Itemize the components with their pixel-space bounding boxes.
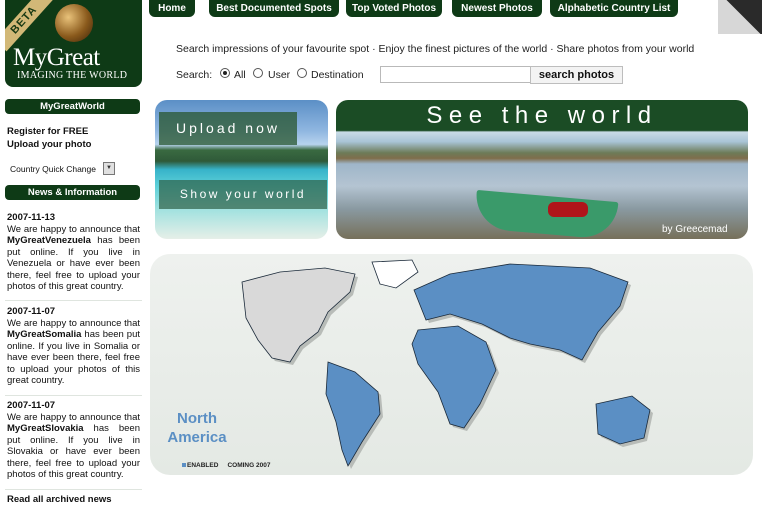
map-region-greenland[interactable]	[371, 259, 419, 289]
region-label-line1: North	[177, 410, 217, 427]
news-text: We are happy to announce that	[7, 317, 140, 329]
news-country-link[interactable]: MyGreatSomalia	[7, 329, 81, 340]
legend-enabled-label: ENABLED	[187, 462, 219, 469]
region-label-line2: America	[167, 429, 227, 446]
news-date: 2007-11-07	[7, 306, 56, 317]
search-label: Search:	[176, 69, 213, 81]
radio-destination[interactable]	[297, 68, 307, 78]
map-region-africa[interactable]	[411, 325, 497, 429]
news-divider	[5, 395, 142, 396]
news-item: 2007-11-07 We are happy to announce that…	[7, 400, 140, 481]
legend-coming-label: COMING 2007	[227, 462, 271, 469]
photo-credit: by Greecemad	[662, 224, 728, 235]
chevron-down-icon: ▼	[106, 165, 112, 171]
archived-news-link[interactable]: Read all archived news	[7, 494, 112, 505]
show-your-world-button[interactable]: Show your world	[159, 180, 327, 209]
news-divider	[5, 489, 142, 490]
news-country-link[interactable]: MyGreatVenezuela	[7, 235, 91, 246]
globe-icon	[55, 4, 93, 42]
radio-all-label: All	[234, 69, 246, 81]
news-text: We are happy to announce that	[7, 223, 140, 235]
map-region-north-america[interactable]	[241, 267, 356, 363]
nav-newest-photos[interactable]: Newest Photos	[452, 0, 542, 17]
news-country-link[interactable]: MyGreatSlovakia	[7, 423, 84, 434]
map-region-label: North America	[162, 409, 232, 447]
news-item: 2007-11-13 We are happy to announce that…	[7, 212, 140, 293]
news-date: 2007-11-13	[7, 212, 56, 223]
country-quick-change-dropdown[interactable]: ▼	[103, 162, 115, 175]
map-legend: ENABLED COMING 2007	[182, 462, 270, 469]
upload-photo-link[interactable]: Upload your photo	[7, 139, 91, 150]
nav-home[interactable]: Home	[149, 0, 195, 17]
country-quick-change-label: Country Quick Change	[10, 164, 96, 174]
search-photos-button[interactable]: search photos	[530, 66, 623, 84]
page-curl-corner	[718, 0, 762, 34]
news-item: 2007-11-07 We are happy to announce that…	[7, 306, 140, 387]
news-divider	[5, 300, 142, 301]
news-text: We are happy to announce that	[7, 411, 140, 423]
see-the-world-title: See the world	[426, 102, 658, 129]
sidebar-heading-news: News & Information	[5, 185, 140, 200]
radio-user[interactable]	[253, 68, 263, 78]
world-map-svg	[241, 259, 653, 469]
logo-brand: MyGreat	[13, 44, 100, 71]
world-map[interactable]	[150, 254, 753, 475]
search-tagline: Search impressions of your favourite spo…	[176, 43, 695, 55]
logo-tagline: IMAGING THE WORLD	[17, 70, 128, 81]
map-region-south-america[interactable]	[325, 361, 381, 467]
map-region-australia[interactable]	[595, 395, 651, 445]
search-input[interactable]	[380, 66, 532, 83]
nav-best-documented-spots[interactable]: Best Documented Spots	[209, 0, 339, 17]
nav-alphabetic-country-list[interactable]: Alphabetic Country List	[550, 0, 678, 17]
legend-enabled-swatch	[182, 463, 186, 468]
register-link[interactable]: Register for FREE	[7, 126, 88, 137]
sidebar-heading-mygreatworld: MyGreatWorld	[5, 99, 140, 114]
news-date: 2007-11-07	[7, 400, 56, 411]
backpack-image	[548, 202, 588, 217]
site-logo[interactable]: BETA MyGreat IMAGING THE WORLD	[5, 0, 142, 87]
nav-top-voted-photos[interactable]: Top Voted Photos	[346, 0, 442, 17]
radio-user-label: User	[268, 69, 291, 81]
radio-destination-label: Destination	[311, 69, 364, 81]
radio-all[interactable]	[220, 68, 230, 78]
upload-now-button[interactable]: Upload now	[159, 112, 297, 145]
